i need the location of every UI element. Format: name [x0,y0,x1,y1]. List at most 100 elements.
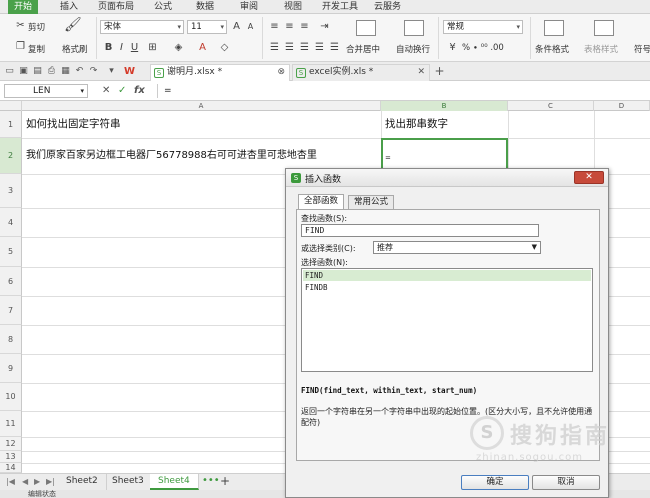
align-bottom-icon[interactable]: ≡ [298,20,311,33]
row-header[interactable]: 7 [0,296,22,325]
merge-center-button[interactable]: 合并居中 [346,43,380,55]
tab-view[interactable]: 视图 [278,0,308,14]
tab-page-layout[interactable]: 页面布局 [92,0,140,14]
row-header[interactable]: 14 [0,463,22,473]
dialog-title-bar[interactable]: S 插入函数 ✕ [286,169,608,187]
justify-icon[interactable]: ☰ [313,41,326,54]
save-icon[interactable]: ▣ [18,66,29,77]
conditional-format-button[interactable]: 条件格式 [535,43,569,55]
function-list[interactable]: FIND FINDB [301,268,593,372]
row-header[interactable]: 1 [0,111,22,138]
add-sheet-icon[interactable]: + [220,474,230,488]
add-tab-icon[interactable]: + [434,65,445,77]
grow-font-icon[interactable]: A [230,20,243,33]
redo-icon[interactable]: ↷ [88,66,99,77]
formula-input[interactable]: = [157,84,646,98]
format-painter-button[interactable]: 格式刷 [62,43,88,55]
symbol-button[interactable]: 符号 [634,43,650,55]
align-middle-icon[interactable]: ≡ [283,20,296,33]
tab-data[interactable]: 数据 [190,0,220,14]
select-all-corner[interactable] [0,101,22,111]
merge-center-icon[interactable] [356,20,376,36]
cut-button[interactable]: 剪切 [28,21,45,33]
copy-icon[interactable]: ❐ [14,40,27,53]
percent-group[interactable]: % ∙ ⁰⁰ .00 [462,43,504,53]
font-color-icon[interactable]: A [196,41,209,54]
cell-a1[interactable]: 如何找出固定字符串 [26,115,121,133]
doc-tab[interactable]: S excel实例.xls * ✕ [292,64,430,81]
cell-a2[interactable]: 我们原家百家另边框工电器厂56778988右可可进杏里可悲地杏里 [26,147,317,165]
underline-icon[interactable]: U [128,41,141,54]
indent-icon[interactable]: ⇥ [318,20,331,33]
font-name-select[interactable]: 宋体 ▾ [100,20,184,34]
list-item[interactable]: FIND [303,270,591,281]
list-item[interactable]: FINDB [303,282,591,293]
conditional-format-icon[interactable] [544,20,564,36]
copy-button[interactable]: 复制 [28,43,45,55]
tab-all-functions[interactable]: 全部函数 [298,194,345,209]
tab-review[interactable]: 审阅 [234,0,264,14]
tab-common-formulas[interactable]: 常用公式 [348,195,395,209]
row-header[interactable]: 13 [0,451,22,463]
row-header[interactable]: 8 [0,325,22,354]
row-header[interactable]: 12 [0,437,22,451]
close-icon[interactable]: ✕ [417,65,425,80]
align-left-icon[interactable]: ☰ [268,41,281,54]
row-header[interactable]: 6 [0,267,22,296]
scissors-icon[interactable]: ✂ [14,19,27,32]
tab-cloud[interactable]: 云服务 [368,0,407,14]
preview-icon[interactable]: ▦ [60,66,71,77]
close-icon[interactable]: ✕ [574,171,604,184]
align-top-icon[interactable]: ≡ [268,20,281,33]
fill-color-icon[interactable]: ◈ [172,41,185,54]
row-header[interactable]: 9 [0,354,22,383]
number-format-select[interactable]: 常规 ▾ [443,20,523,34]
function-search-input[interactable]: FIND [301,224,539,237]
currency-icon[interactable]: ¥ [446,41,459,54]
italic-icon[interactable]: I [115,41,128,54]
row-header[interactable]: 2 [0,138,22,174]
column-header-d[interactable]: D [594,101,650,111]
table-style-icon[interactable] [594,20,614,36]
confirm-icon[interactable]: ✓ [118,84,126,98]
align-right-icon[interactable]: ☰ [298,41,311,54]
shrink-font-icon[interactable]: A [244,20,257,33]
border-icon[interactable]: ⊞ [146,41,159,54]
next-sheet-icon[interactable]: ▶ [34,477,40,486]
undo-icon[interactable]: ↶ [74,66,85,77]
row-header[interactable]: 5 [0,237,22,267]
column-header-b[interactable]: B [381,101,508,111]
bold-icon[interactable]: B [102,41,115,54]
wrap-text-button[interactable]: 自动换行 [396,43,430,55]
last-sheet-icon[interactable]: ▶| [46,477,55,486]
distributed-icon[interactable]: ☰ [328,41,341,54]
cell-b1[interactable]: 找出那串数字 [385,115,448,133]
category-select[interactable]: 推荐 ▼ [373,241,541,254]
wrap-text-icon[interactable] [404,20,424,36]
row-header[interactable]: 10 [0,383,22,411]
cancel-button[interactable]: 取消 [532,475,600,490]
column-header-a[interactable]: A [22,101,381,111]
close-icon[interactable]: ⊗ [277,65,285,80]
tab-developer[interactable]: 开发工具 [316,0,364,14]
row-header[interactable]: 11 [0,411,22,437]
cancel-icon[interactable]: ✕ [102,84,110,98]
table-style-button[interactable]: 表格样式 [584,43,618,55]
doc-tab-active[interactable]: S 谢明月.xlsx * ⊗ [150,64,290,81]
align-center-icon[interactable]: ☰ [283,41,296,54]
tab-home[interactable]: 开始 [8,0,39,14]
row-header[interactable]: 3 [0,174,22,208]
first-sheet-icon[interactable]: |◀ [6,477,15,486]
insert-function-button[interactable]: fx [134,84,145,98]
open-icon[interactable]: ▭ [4,66,15,77]
prev-sheet-icon[interactable]: ◀ [22,477,28,486]
more-sheets-icon[interactable]: ••• [202,475,220,486]
print-icon[interactable]: ⎙ [46,66,57,77]
row-header[interactable]: 4 [0,208,22,237]
font-size-select[interactable]: 11 ▾ [187,20,227,34]
sheet-tab-sheet2[interactable]: Sheet2 [58,474,107,490]
sheet-tab-sheet3[interactable]: Sheet3 [104,474,153,490]
name-box[interactable]: LEN ▾ [4,84,88,98]
sheet-tab-sheet4[interactable]: Sheet4 [150,474,199,490]
format-painter-icon[interactable]: 🖌 [64,18,82,32]
